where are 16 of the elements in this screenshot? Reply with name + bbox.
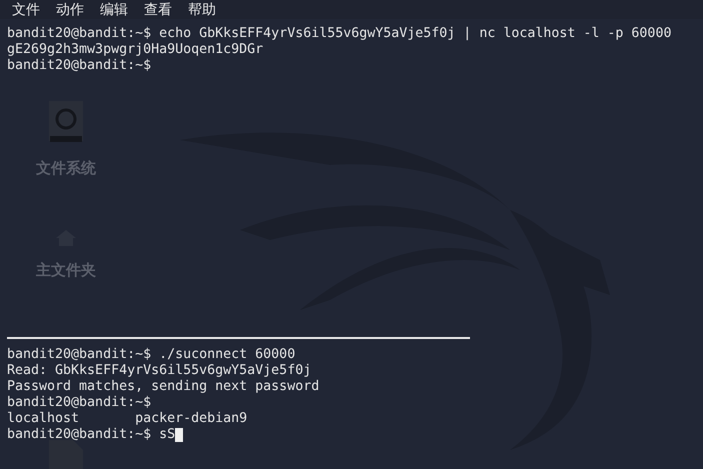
terminal-line: Read: GbKksEFF4yrVs6il55v6gwY5aVje5f0j (7, 363, 312, 379)
drive-icon (48, 100, 84, 144)
terminal-line: bandit20@bandit:~$ echo GbKksEFF4yrVs6il55v6gwY5aVje5f0j | nc localhost -l -p 60000 (7, 26, 672, 42)
terminal-line: bandit20@bandit:~$ ./suconnect 60000 (7, 347, 296, 363)
terminal-line: Password matches, sending next password (7, 379, 320, 395)
terminal-line: gE269g2h3mw3pwgrj0Ha9Uoqen1c9DGr (7, 42, 264, 58)
text-cursor (175, 428, 184, 442)
terminal-line: bandit20@bandit:~$ sS (7, 427, 176, 443)
menu-item[interactable]: 帮助 (188, 0, 216, 20)
menu-item[interactable]: 查看 (144, 0, 172, 20)
terminal-line: bandit20@bandit:~$ (7, 58, 152, 74)
menu-item[interactable]: 文件 (12, 0, 40, 20)
menu-item[interactable]: 编辑 (100, 0, 128, 20)
terminal-line: bandit20@bandit:~$ (7, 395, 152, 411)
menu-item[interactable]: 动作 (56, 0, 84, 20)
terminal-line: localhost packer-debian9 (7, 411, 248, 427)
